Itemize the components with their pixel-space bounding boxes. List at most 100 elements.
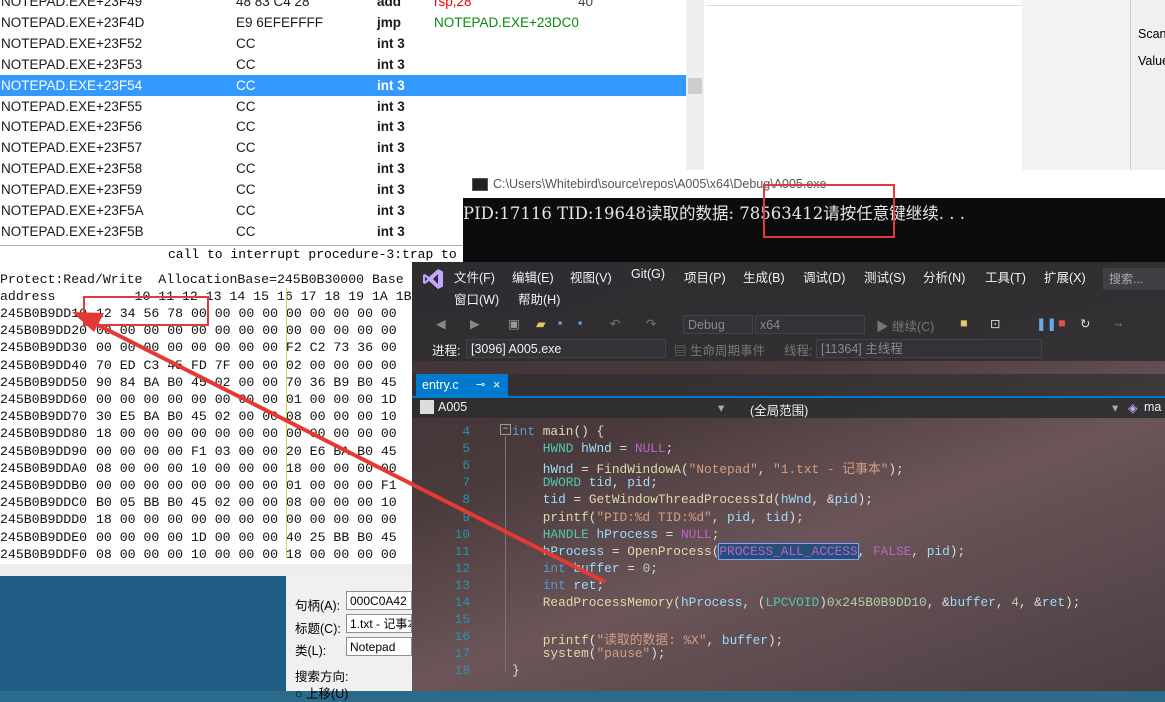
menu-item[interactable]: 工具(T)	[985, 267, 1026, 286]
handle-field[interactable]: 000C0A42	[346, 591, 412, 610]
lifecycle-events[interactable]: ▤ 生命周期事件	[674, 340, 765, 359]
code-line[interactable]: HWND hWnd = NULL;	[512, 441, 674, 456]
menu-item[interactable]: 文件(F)	[454, 267, 495, 286]
code-line[interactable]: int ret;	[512, 578, 604, 593]
dump-row[interactable]: 245B0B9DD40 70 ED C3 45 FD 7F 00 00 02 00…	[0, 357, 412, 374]
disasm-row[interactable]: NOTEPAD.EXE+23F4D E9 6EFEFFFF jmp NOTEPAD.E…	[0, 12, 686, 33]
dump-row[interactable]: 245B0B9DD80 18 00 00 00 00 00 00 00 00 00…	[0, 425, 412, 442]
save-icon[interactable]: ▪	[558, 316, 562, 332]
disasm-row[interactable]: NOTEPAD.EXE+23F55 CC int 3	[0, 96, 686, 117]
dump-row[interactable]: 245B0B9DD60 00 00 00 00 00 00 00 00 01 00…	[0, 391, 412, 408]
disasm-mnemonic: int 3	[377, 56, 405, 72]
up-radio[interactable]: ○ 上移(U)	[295, 683, 348, 702]
code-line[interactable]: int main() {	[512, 424, 604, 439]
forward-icon[interactable]: ▶	[470, 316, 480, 332]
collapse-icon[interactable]: −	[500, 424, 511, 435]
dump-bytes: 90 84 BA B0 45 02 00 00 70 36 B9 B0 45	[96, 374, 397, 390]
dump-row[interactable]: 245B0B9DD30 00 00 00 00 00 00 00 00 F2 C2…	[0, 339, 412, 356]
folder-icon[interactable]: ■	[960, 316, 968, 332]
disasm-row[interactable]: NOTEPAD.EXE+23F49 48 83 C4 28 add rsp,28 40	[0, 0, 686, 12]
dump-row[interactable]: 245B0B9DDD0 18 00 00 00 00 00 00 00 00 00…	[0, 511, 412, 528]
restart-icon[interactable]: ↻	[1080, 316, 1090, 332]
dump-row[interactable]: 245B0B9DD90 00 00 00 00 F1 03 00 00 20 E6…	[0, 443, 412, 460]
code-line[interactable]: tid = GetWindowThreadProcessId(hWnd, &pi…	[512, 492, 873, 507]
search-box[interactable]: 搜索...	[1103, 268, 1165, 290]
disasm-row[interactable]: NOTEPAD.EXE+23F53 CC int 3	[0, 54, 686, 75]
code-line[interactable]: hProcess = OpenProcess(PROCESS_ALL_ACCES…	[512, 542, 965, 560]
dump-row[interactable]: 245B0B9DDB0 00 00 00 00 00 00 00 00 01 00…	[0, 477, 412, 494]
menu-item[interactable]: 扩展(X)	[1044, 267, 1086, 286]
step-over-icon[interactable]: →	[1112, 316, 1125, 332]
line-number: 8	[462, 492, 470, 508]
scrollbar-thumb[interactable]	[688, 78, 702, 94]
dump-row[interactable]: 245B0B9DDA0 08 00 00 00 10 00 00 00 18 00…	[0, 460, 412, 477]
hex-display-icon[interactable]: ⊡	[990, 316, 1000, 332]
menu-item[interactable]: 视图(V)	[570, 267, 612, 286]
outline-line	[505, 436, 506, 672]
process-select[interactable]: [3096] A005.exe	[466, 339, 666, 358]
configuration-select[interactable]: Debug	[683, 315, 753, 334]
back-icon[interactable]: ◀	[436, 316, 446, 332]
dump-row[interactable]: 245B0B9DDE0 00 00 00 00 1D 00 00 00 40 25…	[0, 529, 412, 546]
menu-item[interactable]: 测试(S)	[864, 267, 906, 286]
code-line[interactable]: printf("PID:%d TID:%d", pid, tid);	[512, 510, 804, 525]
nav-scope-dropdown-icon[interactable]: ▾	[1112, 400, 1118, 415]
new-project-icon[interactable]: ▣	[508, 316, 520, 332]
thread-select[interactable]: [11364] 主线程	[816, 339, 1042, 358]
disasm-row[interactable]: NOTEPAD.EXE+23F52 CC int 3	[0, 33, 686, 54]
code-line[interactable]: DWORD tid, pid;	[512, 475, 658, 490]
open-file-icon[interactable]: ▰	[536, 316, 546, 332]
menu-item[interactable]: 编辑(E)	[512, 267, 554, 286]
code-line[interactable]: HANDLE hProcess = NULL;	[512, 527, 720, 542]
disasm-row[interactable]: NOTEPAD.EXE+23F56 CC int 3	[0, 116, 686, 137]
line-number: 9	[462, 509, 470, 525]
code-line[interactable]: }	[512, 663, 520, 678]
dump-row[interactable]: 245B0B9DDF0 08 00 00 00 10 00 00 00 18 00…	[0, 546, 412, 563]
pause-icon[interactable]: ❚❚	[1036, 316, 1057, 332]
tab-entry-c[interactable]: entry.c ⊸ ×	[416, 374, 508, 396]
platform-select[interactable]: x64	[755, 315, 865, 334]
nav-member[interactable]: ma	[1144, 400, 1161, 414]
continue-button[interactable]: ▶ 继续(C)	[876, 316, 934, 334]
menu-item[interactable]: 分析(N)	[923, 267, 965, 286]
dump-address: 245B0B9DDE0	[0, 529, 88, 545]
disasm-row[interactable]: NOTEPAD.EXE+23F54 CC int 3	[0, 74, 686, 96]
redo-icon[interactable]: ↷	[646, 316, 656, 332]
line-number: 15	[454, 612, 470, 628]
dump-bytes: 18 00 00 00 00 00 00 00 00 00 00 00 00	[96, 512, 397, 528]
pin-icon[interactable]: ⊸	[476, 374, 485, 396]
disasm-address: NOTEPAD.EXE+23F54	[1, 77, 143, 93]
code-line[interactable]: int buffer = 0;	[512, 561, 658, 576]
close-icon[interactable]: ×	[493, 374, 500, 396]
nav-project-dropdown-icon[interactable]: ▾	[718, 400, 724, 415]
window-finder-dialog[interactable]: 句柄(A): 000C0A42 标题(C): 1.txt - 记事本 类(L):…	[286, 576, 412, 701]
code-editor[interactable]: 4 int main() {5 HWND hWnd = NULL; 6 hWnd =…	[412, 420, 1165, 691]
disasm-bytes: CC	[236, 35, 256, 51]
class-field[interactable]: Notepad	[346, 637, 412, 656]
code-line[interactable]: ReadProcessMemory(hProcess, (LPCVOID)0x2…	[512, 595, 1081, 610]
nav-project[interactable]: A005	[438, 400, 467, 414]
menu-item[interactable]: 项目(P)	[684, 267, 726, 286]
dump-horizontal-scrollbar[interactable]	[0, 564, 412, 576]
dump-bytes: 00 00 00 00 1D 00 00 00 40 25 BB B0 45	[96, 529, 397, 545]
code-line[interactable]: system("pause");	[512, 646, 666, 661]
disasm-row[interactable]: NOTEPAD.EXE+23F57 CC int 3	[0, 137, 686, 158]
visual-studio-window[interactable]: 文件(F) 编辑(E) 视图(V) Git(G) 项目(P) 生成(B) 调试(D) 测试(S…	[412, 262, 1165, 691]
dump-address: 245B0B9DD50	[0, 374, 88, 390]
menu-item[interactable]: Git(G)	[631, 267, 665, 281]
dump-bytes: 00 00 00 00 F1 03 00 00 20 E6 BA B0 45	[96, 443, 397, 459]
dump-bytes: 00 00 00 00 00 00 00 00 01 00 00 00 F1	[96, 478, 397, 493]
menu-item[interactable]: 窗口(W)	[454, 289, 499, 308]
dump-bytes: 30 E5 BA B0 45 02 00 00 08 00 00 00 10	[96, 409, 397, 425]
stop-icon[interactable]: ■	[1058, 316, 1066, 332]
dump-row[interactable]: 245B0B9DD70 30 E5 BA B0 45 02 00 00 08 00…	[0, 408, 412, 425]
menu-item[interactable]: 调试(D)	[803, 267, 845, 286]
nav-scope[interactable]: (全局范围)	[750, 400, 808, 419]
menu-item[interactable]: 生成(B)	[743, 267, 785, 286]
save-all-icon[interactable]: ▪	[578, 316, 582, 332]
title-field[interactable]: 1.txt - 记事本	[346, 614, 412, 633]
undo-icon[interactable]: ↶	[610, 316, 620, 332]
menu-item[interactable]: 帮助(H)	[518, 289, 560, 308]
dump-row[interactable]: 245B0B9DDC0 B0 05 BB B0 45 02 00 00 08 00…	[0, 494, 412, 511]
dump-row[interactable]: 245B0B9DD50 90 84 BA B0 45 02 00 00 70 36…	[0, 374, 412, 391]
